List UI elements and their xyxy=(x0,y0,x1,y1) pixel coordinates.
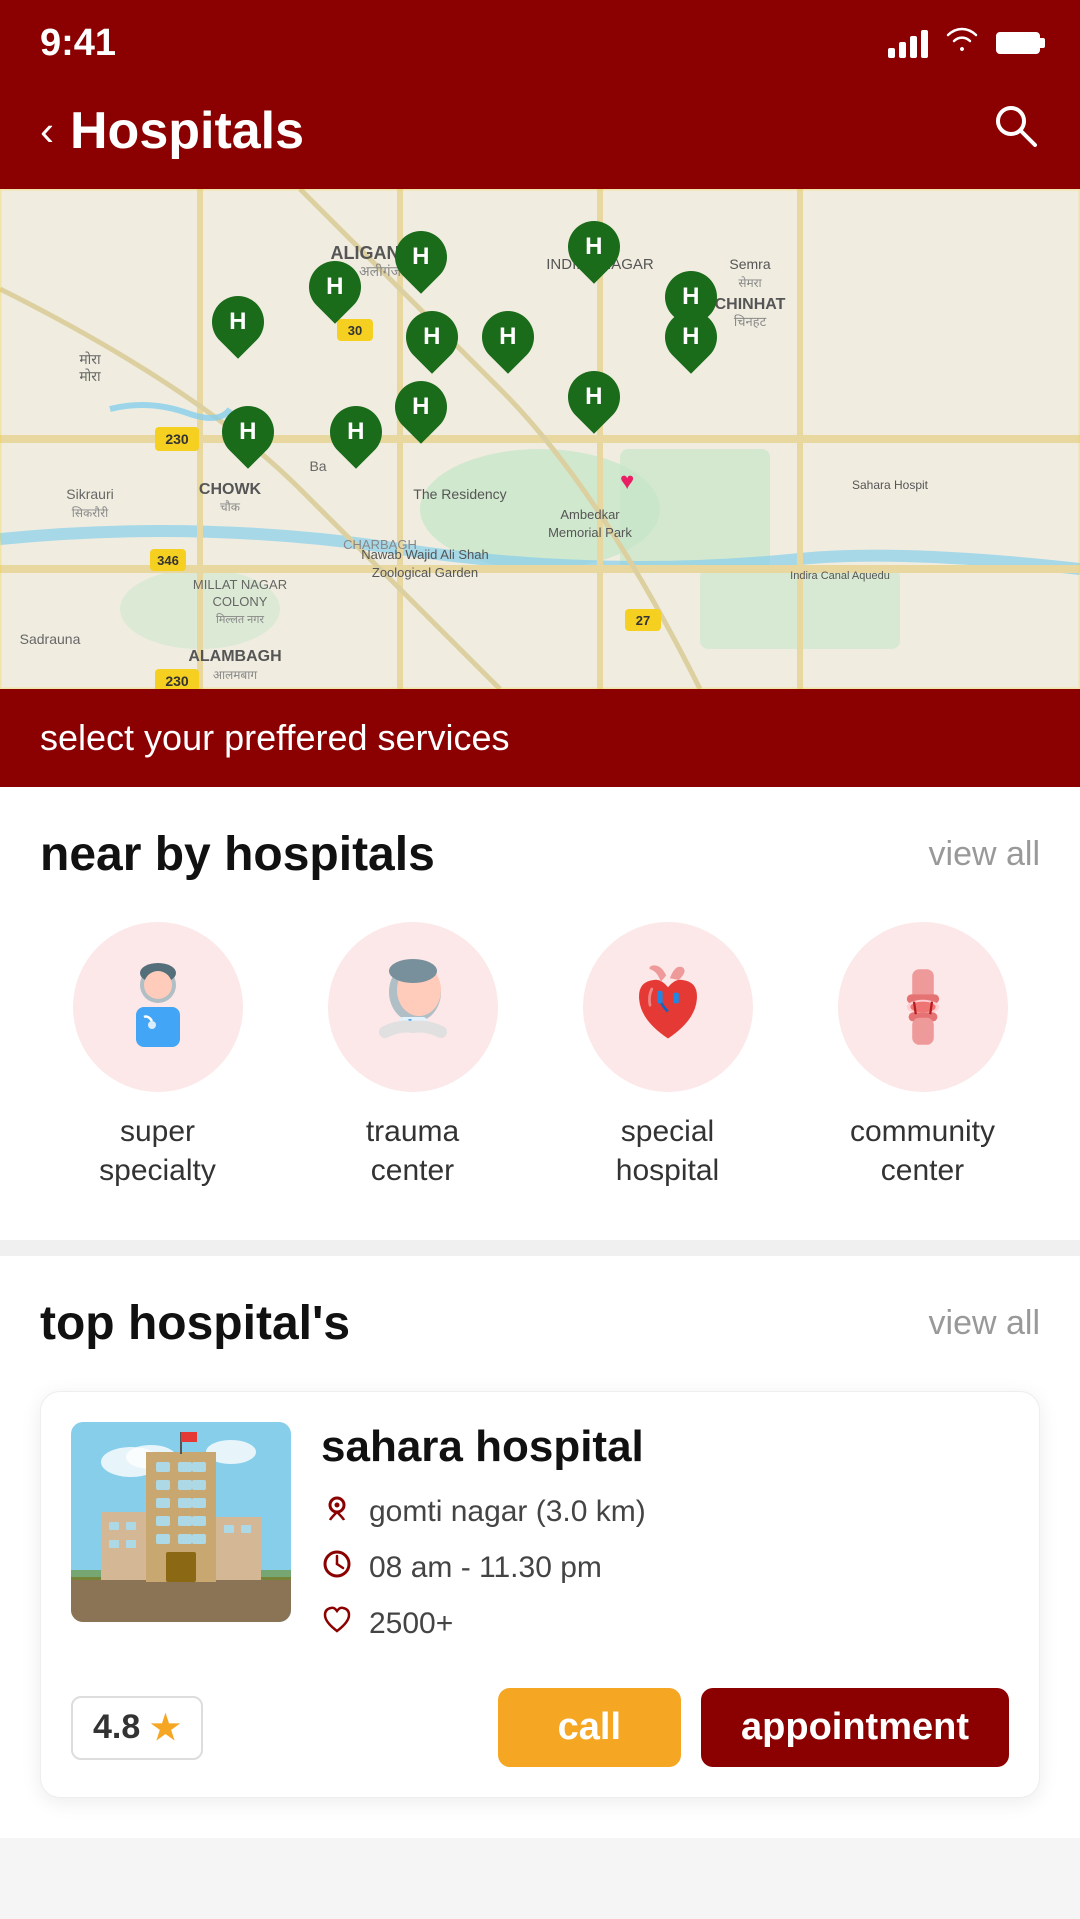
hospital-name: sahara hospital xyxy=(321,1422,1009,1472)
hospital-map-pin[interactable]: H xyxy=(393,231,449,299)
top-hospitals-title: top hospital's xyxy=(40,1296,350,1351)
nearby-view-all[interactable]: view all xyxy=(929,835,1040,874)
services-banner-text: select your preffered services xyxy=(40,717,510,758)
service-trauma-center[interactable]: traumacenter xyxy=(295,922,530,1190)
hospital-map-pin[interactable]: H xyxy=(393,381,449,449)
page-title: Hospitals xyxy=(70,101,304,161)
hospital-map-pin[interactable]: H xyxy=(480,311,536,379)
service-trauma-center-label: traumacenter xyxy=(366,1112,459,1190)
status-time: 9:41 xyxy=(40,22,116,65)
svg-text:ALAMBAGH: ALAMBAGH xyxy=(188,648,281,665)
hospital-likes-text: 2500+ xyxy=(369,1607,453,1641)
svg-text:मोरा: मोरा xyxy=(79,368,101,384)
hospital-map-pin[interactable]: H xyxy=(210,296,266,364)
hospital-image xyxy=(71,1422,291,1622)
svg-text:Ambedkar: Ambedkar xyxy=(560,507,620,522)
appointment-button[interactable]: appointment xyxy=(701,1688,1009,1767)
hospital-info: sahara hospital gomti nagar (3.0 km) xyxy=(321,1422,1009,1660)
hospital-map-pin[interactable]: H xyxy=(307,261,363,329)
svg-text:मिल्लत नगर: मिल्लत नगर xyxy=(216,613,264,626)
wifi-icon xyxy=(944,25,980,61)
svg-text:चौक: चौक xyxy=(220,500,241,514)
hospital-card-bottom: 4.8 ★ call appointment xyxy=(71,1688,1009,1767)
svg-text:COLONY: COLONY xyxy=(213,594,268,609)
top-hospitals-section: top hospital's view all xyxy=(0,1256,1080,1838)
hospital-map-pin[interactable]: H xyxy=(663,311,719,379)
hospital-map-pin[interactable]: H xyxy=(566,371,622,439)
svg-text:Zoological Garden: Zoological Garden xyxy=(372,565,478,580)
svg-text:27: 27 xyxy=(636,613,650,628)
location-icon xyxy=(321,1492,353,1532)
svg-text:346: 346 xyxy=(157,553,179,568)
hospital-map-pin[interactable]: H xyxy=(328,406,384,474)
hospital-location-text: gomti nagar (3.0 km) xyxy=(369,1495,646,1529)
back-button[interactable]: ‹ xyxy=(40,107,54,155)
call-button[interactable]: call xyxy=(498,1688,681,1767)
services-grid: superspecialty xyxy=(40,922,1040,1190)
svg-text:Sahara Hospit: Sahara Hospit xyxy=(852,478,929,492)
hospital-hours-text: 08 am - 11.30 pm xyxy=(369,1551,602,1585)
svg-text:♥: ♥ xyxy=(620,468,634,495)
star-icon: ★ xyxy=(150,1708,180,1748)
svg-text:230: 230 xyxy=(165,431,189,447)
services-banner: select your preffered services xyxy=(0,689,1080,787)
hospital-location: gomti nagar (3.0 km) xyxy=(321,1492,1009,1532)
top-hospitals-view-all[interactable]: view all xyxy=(929,1304,1040,1343)
service-special-hospital[interactable]: specialhospital xyxy=(550,922,785,1190)
nearby-section-title: near by hospitals xyxy=(40,827,435,882)
svg-text:230: 230 xyxy=(165,673,189,689)
service-super-specialty[interactable]: superspecialty xyxy=(40,922,275,1190)
svg-text:सिकरौरी: सिकरौरी xyxy=(72,506,109,520)
service-community-center-icon xyxy=(838,922,1008,1092)
service-special-hospital-icon xyxy=(583,922,753,1092)
svg-text:मोरा: मोरा xyxy=(79,351,101,367)
svg-text:Sikrauri: Sikrauri xyxy=(66,486,113,502)
svg-text:सेमरा: सेमरा xyxy=(738,276,762,290)
hospital-map-pin[interactable]: H xyxy=(220,406,276,474)
search-button[interactable] xyxy=(990,100,1040,161)
nearby-section: near by hospitals view all xyxy=(0,787,1080,1256)
signal-icon xyxy=(888,28,928,58)
svg-text:The Residency: The Residency xyxy=(413,486,506,502)
svg-text:Indira Canal Aquedu: Indira Canal Aquedu xyxy=(790,570,890,582)
status-icons xyxy=(888,25,1040,61)
service-super-specialty-icon xyxy=(73,922,243,1092)
hospital-likes: 2500+ xyxy=(321,1604,1009,1644)
svg-text:Sadrauna: Sadrauna xyxy=(20,631,81,647)
svg-text:MILLAT NAGAR: MILLAT NAGAR xyxy=(193,577,287,592)
hospital-map-pin[interactable]: H xyxy=(404,311,460,379)
svg-text:CHINHAT: CHINHAT xyxy=(715,296,786,313)
svg-text:CHOWK: CHOWK xyxy=(199,481,262,498)
heart-icon xyxy=(321,1604,353,1644)
app-header: ‹ Hospitals xyxy=(0,80,1080,189)
service-trauma-center-icon xyxy=(328,922,498,1092)
rating-badge: 4.8 ★ xyxy=(71,1696,203,1760)
hospital-hours: 08 am - 11.30 pm xyxy=(321,1548,1009,1588)
rating-value: 4.8 xyxy=(93,1708,140,1747)
hospital-map-pin[interactable]: H xyxy=(566,221,622,289)
service-community-center-label: communitycenter xyxy=(850,1112,995,1190)
status-bar: 9:41 xyxy=(0,0,1080,80)
svg-text:Ba: Ba xyxy=(309,458,326,474)
service-special-hospital-label: specialhospital xyxy=(616,1112,719,1190)
svg-text:चिनहट: चिनहट xyxy=(734,314,767,329)
svg-text:Memorial Park: Memorial Park xyxy=(548,525,632,540)
hospital-card-sahara: sahara hospital gomti nagar (3.0 km) xyxy=(40,1391,1040,1798)
svg-text:Nawab Wajid Ali Shah: Nawab Wajid Ali Shah xyxy=(361,547,488,562)
svg-text:आलमबाग: आलमबाग xyxy=(213,668,258,682)
clock-icon xyxy=(321,1548,353,1588)
battery-icon xyxy=(996,32,1040,54)
service-community-center[interactable]: communitycenter xyxy=(805,922,1040,1190)
svg-text:Semra: Semra xyxy=(729,256,770,272)
map-view[interactable]: 230 230 30 27 346 ALIGANJ अलीगंज INDIRA … xyxy=(0,189,1080,689)
service-super-specialty-label: superspecialty xyxy=(99,1112,216,1190)
